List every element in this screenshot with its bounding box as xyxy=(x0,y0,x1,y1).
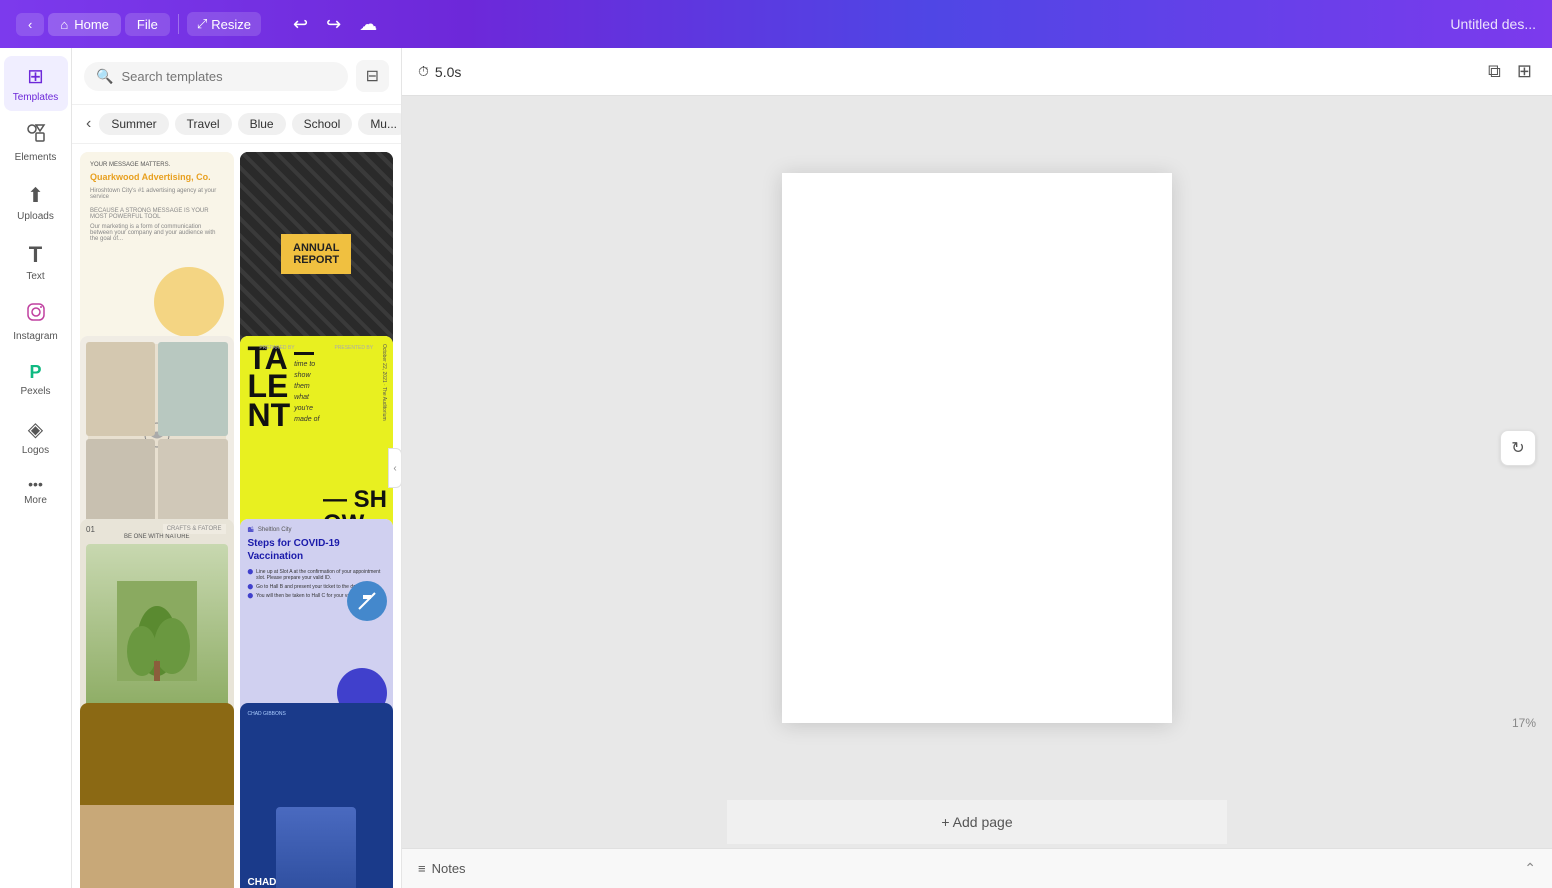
search-input-wrap: 🔍 xyxy=(84,62,348,91)
template-card-4[interactable]: TALENT time toshowthemwhatyou'remade of … xyxy=(240,336,394,541)
topbar-nav: ↩ ↪ ☁ xyxy=(285,10,385,39)
sidebar-icons: ⊞ Templates Elements ⬆ Uploads T Text In… xyxy=(0,48,72,888)
sidebar-pexels-label: Pexels xyxy=(20,386,50,397)
notes-label: Notes xyxy=(432,861,466,876)
notes-icon: ≡ xyxy=(418,861,426,876)
file-label: File xyxy=(137,17,158,32)
back-button[interactable]: ‹ xyxy=(16,13,44,36)
sidebar-item-more[interactable]: ••• More xyxy=(4,468,68,514)
topbar: ‹ ⌂ Home File ⤢ Resize ↩ ↪ ☁ Untitled de… xyxy=(0,0,1552,48)
add-page-button[interactable]: + Add page xyxy=(727,800,1227,844)
add-page-area: + Add page xyxy=(402,800,1552,848)
canvas-toolbar: ⏱ 5.0s ⧉ ⊞ xyxy=(402,48,1552,96)
more-icon: ••• xyxy=(28,476,43,492)
resize-button[interactable]: ⤢ Resize xyxy=(187,12,261,36)
add-page-icon-button[interactable]: ⊞ xyxy=(1513,57,1536,86)
duplicate-page-button[interactable]: ⧉ xyxy=(1484,57,1505,86)
sidebar-logos-label: Logos xyxy=(22,445,49,456)
template-card-2[interactable]: ANNUAL REPORT PREPARED BYPRESENTED BY xyxy=(240,152,394,357)
sidebar-text-label: Text xyxy=(26,271,44,282)
sidebar-uploads-label: Uploads xyxy=(17,211,54,222)
canvas-page[interactable] xyxy=(782,173,1172,723)
templates-panel: 🔍 ⊟ ‹ Summer Travel Blue School Mu... › … xyxy=(72,48,402,888)
main-layout: ⊞ Templates Elements ⬆ Uploads T Text In… xyxy=(0,48,1552,888)
tag-music[interactable]: Mu... xyxy=(358,113,401,135)
sidebar-item-uploads[interactable]: ⬆ Uploads xyxy=(4,175,68,230)
sidebar-instagram-label: Instagram xyxy=(13,331,57,342)
template-card-3[interactable]: CRAFTS & FATORE xyxy=(80,336,234,541)
template-card-7[interactable] xyxy=(80,703,234,888)
text-icon: T xyxy=(29,242,42,268)
template-card-5[interactable]: 01 BE ONE WITH NATURE xyxy=(80,519,234,724)
home-label: Home xyxy=(74,17,109,32)
topbar-left: ‹ ⌂ Home File ⤢ Resize xyxy=(16,12,261,36)
template-card-8[interactable]: CHAD GIBBONS CHAD GIBBONS xyxy=(240,703,394,888)
tag-school[interactable]: School xyxy=(292,113,353,135)
sidebar-item-pexels[interactable]: P Pexels xyxy=(4,354,68,405)
timer-icon: ⏱ xyxy=(418,63,429,80)
resize-label: Resize xyxy=(211,17,251,32)
template-grid: YOUR MESSAGE MATTERS. Quarkwood Advertis… xyxy=(72,144,401,888)
search-icon: 🔍 xyxy=(96,68,113,85)
tag-travel[interactable]: Travel xyxy=(175,113,232,135)
tag-blue[interactable]: Blue xyxy=(238,113,286,135)
file-button[interactable]: File xyxy=(125,13,170,36)
filter-button[interactable]: ⊟ xyxy=(356,60,389,92)
canvas-right-tools: ⧉ ⊞ xyxy=(1484,57,1536,86)
tag-summer[interactable]: Summer xyxy=(99,113,168,135)
canvas-main: ↻ 17% xyxy=(402,96,1552,800)
divider xyxy=(178,14,179,34)
search-input[interactable] xyxy=(121,69,335,84)
redo-button[interactable]: ↪ xyxy=(318,10,349,39)
tag-bar: ‹ Summer Travel Blue School Mu... › xyxy=(72,105,401,144)
home-button[interactable]: ⌂ Home xyxy=(48,13,121,36)
templates-icon: ⊞ xyxy=(27,64,44,89)
hide-panel-button[interactable]: ‹ xyxy=(388,448,402,488)
sidebar-item-text[interactable]: T Text xyxy=(4,234,68,290)
page-number: 17% xyxy=(1512,716,1536,730)
resize-icon: ⤢ xyxy=(197,16,207,32)
save-button[interactable]: ☁ xyxy=(351,10,385,39)
sidebar-item-elements[interactable]: Elements xyxy=(4,115,68,171)
uploads-icon: ⬆ xyxy=(27,183,44,208)
sidebar-more-label: More xyxy=(24,495,47,506)
notes-bar: ≡ Notes ⌃ xyxy=(402,848,1552,888)
undo-button[interactable]: ↩ xyxy=(285,10,316,39)
sidebar-elements-label: Elements xyxy=(15,152,57,163)
instagram-icon xyxy=(26,302,46,328)
home-icon: ⌂ xyxy=(60,17,68,32)
elements-icon xyxy=(26,123,46,149)
canvas-area: ⏱ 5.0s ⧉ ⊞ ↻ 17% + Add page xyxy=(402,48,1552,888)
logos-icon: ◈ xyxy=(28,417,43,442)
template-card-6[interactable]: 🏙 Sheltlon City Steps for COVID-19 Vacci… xyxy=(240,519,394,724)
sidebar-templates-label: Templates xyxy=(13,92,59,103)
refresh-button[interactable]: ↻ xyxy=(1500,430,1536,466)
timer-value: 5.0s xyxy=(435,64,461,80)
notes-button[interactable]: ≡ Notes xyxy=(418,861,466,876)
sidebar-item-templates[interactable]: ⊞ Templates xyxy=(4,56,68,111)
document-title: Untitled des... xyxy=(1450,16,1536,32)
search-bar: 🔍 ⊟ xyxy=(72,48,401,105)
template-card-1[interactable]: YOUR MESSAGE MATTERS. Quarkwood Advertis… xyxy=(80,152,234,357)
chevron-left-icon: ‹ xyxy=(28,17,32,32)
sidebar-item-logos[interactable]: ◈ Logos xyxy=(4,409,68,464)
pexels-icon: P xyxy=(29,362,41,383)
sidebar-item-instagram[interactable]: Instagram xyxy=(4,294,68,350)
notes-expand-button[interactable]: ⌃ xyxy=(1524,860,1536,877)
timer-display: ⏱ 5.0s xyxy=(418,63,461,80)
tag-prev-button[interactable]: ‹ xyxy=(84,113,93,135)
zoom-level: 17% xyxy=(1512,716,1536,730)
